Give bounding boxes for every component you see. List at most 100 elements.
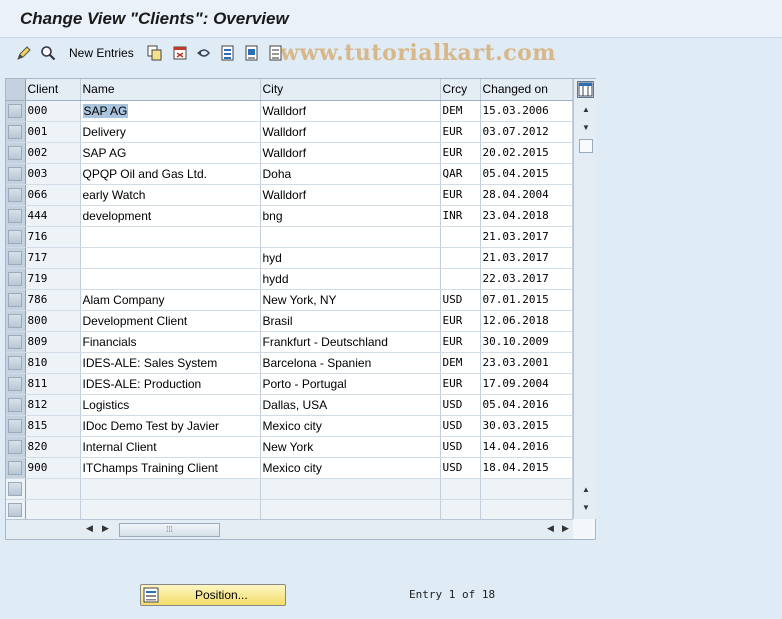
row-selector[interactable] (6, 457, 26, 479)
table-row[interactable]: 066 early Watch Walldorf EUR 28.04.2004 (6, 184, 573, 206)
row-selector[interactable] (6, 205, 26, 227)
table-row[interactable]: 444 development bng INR 23.04.2018 (6, 205, 573, 227)
row-selector[interactable] (6, 310, 26, 332)
cell-city[interactable]: Mexico city (260, 457, 441, 479)
empty-cell[interactable] (440, 478, 481, 500)
empty-cell[interactable] (480, 478, 573, 500)
row-selector[interactable] (6, 415, 26, 437)
cell-name[interactable]: Financials (80, 331, 261, 353)
row-selector[interactable] (6, 436, 26, 458)
table-row[interactable]: 815 IDoc Demo Test by Javier Mexico city US… (6, 415, 573, 437)
row-selector[interactable] (6, 331, 26, 353)
cell-city[interactable]: hyd (260, 247, 441, 269)
select-block-icon[interactable] (243, 44, 261, 62)
cell-crcy[interactable]: QAR (440, 163, 481, 185)
edit-toggle-icon[interactable] (15, 44, 33, 62)
scroll-page-up-icon[interactable]: ▲ (580, 485, 592, 494)
cell-name[interactable]: early Watch (80, 184, 261, 206)
select-all-icon[interactable] (219, 44, 237, 62)
empty-row[interactable] (6, 478, 573, 500)
cell-city[interactable]: Walldorf (260, 100, 441, 122)
copy-icon[interactable] (146, 44, 164, 62)
delete-icon[interactable] (171, 44, 189, 62)
table-row[interactable]: 001 Delivery Walldorf EUR 03.07.2012 (6, 121, 573, 143)
cell-name[interactable]: IDES-ALE: Production (80, 373, 261, 395)
table-row[interactable]: 811 IDES-ALE: Production Porto - Portugal E… (6, 373, 573, 395)
table-row[interactable]: 002 SAP AG Walldorf EUR 20.02.2015 (6, 142, 573, 164)
cell-crcy[interactable] (440, 268, 481, 290)
table-settings-icon[interactable] (577, 81, 594, 98)
cell-city[interactable]: Porto - Portugal (260, 373, 441, 395)
cell-crcy[interactable]: EUR (440, 184, 481, 206)
cell-crcy[interactable]: DEM (440, 100, 481, 122)
row-selector[interactable] (6, 289, 26, 311)
position-button[interactable]: Position... (140, 584, 286, 606)
cell-name[interactable]: Development Client (80, 310, 261, 332)
cell-city[interactable]: Walldorf (260, 142, 441, 164)
column-header-crcy[interactable]: Crcy (440, 79, 481, 101)
empty-cell[interactable] (25, 499, 81, 521)
row-selector[interactable] (6, 478, 26, 500)
row-selector[interactable] (6, 100, 26, 122)
scroll-down-icon[interactable]: ▼ (580, 503, 592, 512)
cell-crcy[interactable] (440, 226, 481, 248)
table-row[interactable]: 820 Internal Client New York USD 14.04.2016 (6, 436, 573, 458)
empty-cell[interactable] (440, 499, 481, 521)
scroll-right-small-icon[interactable]: ▶ (102, 523, 109, 534)
cell-crcy[interactable]: EUR (440, 331, 481, 353)
table-row[interactable]: 900 ITChamps Training Client Mexico city US… (6, 457, 573, 479)
cell-name[interactable]: development (80, 205, 261, 227)
new-entries-button[interactable]: New Entries (69, 46, 134, 60)
cell-city[interactable]: Dallas, USA (260, 394, 441, 416)
scroll-page-left-icon[interactable]: ◀ (547, 523, 554, 534)
cell-crcy[interactable]: DEM (440, 352, 481, 374)
cell-name[interactable] (80, 247, 261, 269)
cell-city[interactable]: bng (260, 205, 441, 227)
empty-cell[interactable] (260, 478, 441, 500)
horizontal-scrollbar[interactable]: ◀ ▶ ⁞⁞⁞ ◀ ▶ (6, 519, 573, 539)
cell-name[interactable]: QPQP Oil and Gas Ltd. (80, 163, 261, 185)
empty-cell[interactable] (25, 478, 81, 500)
row-selector[interactable] (6, 226, 26, 248)
empty-row[interactable] (6, 499, 573, 521)
row-selector[interactable] (6, 352, 26, 374)
cell-city[interactable]: Frankfurt - Deutschland (260, 331, 441, 353)
row-selector[interactable] (6, 394, 26, 416)
table-row[interactable]: 719 hydd 22.03.2017 (6, 268, 573, 290)
cell-city[interactable]: Walldorf (260, 121, 441, 143)
display-icon[interactable] (39, 44, 57, 62)
table-row[interactable]: 800 Development Client Brasil EUR 12.06.2018 (6, 310, 573, 332)
cell-name[interactable]: Internal Client (80, 436, 261, 458)
column-header-city[interactable]: City (260, 79, 441, 101)
scroll-right-icon[interactable]: ▶ (562, 523, 569, 534)
cell-city[interactable]: New York (260, 436, 441, 458)
column-header-name[interactable]: Name (80, 79, 261, 101)
vertical-scroll-thumb[interactable] (579, 139, 593, 153)
cell-name[interactable] (80, 268, 261, 290)
cell-name[interactable] (80, 226, 261, 248)
table-row[interactable]: 809 Financials Frankfurt - Deutschland EUR 3… (6, 331, 573, 353)
cell-name[interactable]: IDoc Demo Test by Javier (80, 415, 261, 437)
row-selector[interactable] (6, 184, 26, 206)
table-row[interactable]: 812 Logistics Dallas, USA USD 05.04.2016 (6, 394, 573, 416)
cell-city[interactable]: New York, NY (260, 289, 441, 311)
row-selector[interactable] (6, 373, 26, 395)
cell-crcy[interactable] (440, 247, 481, 269)
select-all-cell[interactable] (6, 79, 26, 101)
scroll-down-small-icon[interactable]: ▼ (580, 123, 592, 132)
row-selector[interactable] (6, 268, 26, 290)
cell-city[interactable]: hydd (260, 268, 441, 290)
cell-crcy[interactable]: USD (440, 457, 481, 479)
table-row[interactable]: 003 QPQP Oil and Gas Ltd. Doha QAR 05.04.201… (6, 163, 573, 185)
cell-name[interactable]: SAP AG (80, 100, 261, 122)
cell-crcy[interactable]: USD (440, 289, 481, 311)
row-selector[interactable] (6, 142, 26, 164)
undo-icon[interactable] (195, 44, 213, 62)
empty-cell[interactable] (260, 499, 441, 521)
cell-name[interactable]: ITChamps Training Client (80, 457, 261, 479)
row-selector[interactable] (6, 247, 26, 269)
cell-crcy[interactable]: EUR (440, 142, 481, 164)
cell-crcy[interactable]: EUR (440, 121, 481, 143)
scroll-left-icon[interactable]: ◀ (86, 523, 93, 534)
cell-crcy[interactable]: EUR (440, 373, 481, 395)
